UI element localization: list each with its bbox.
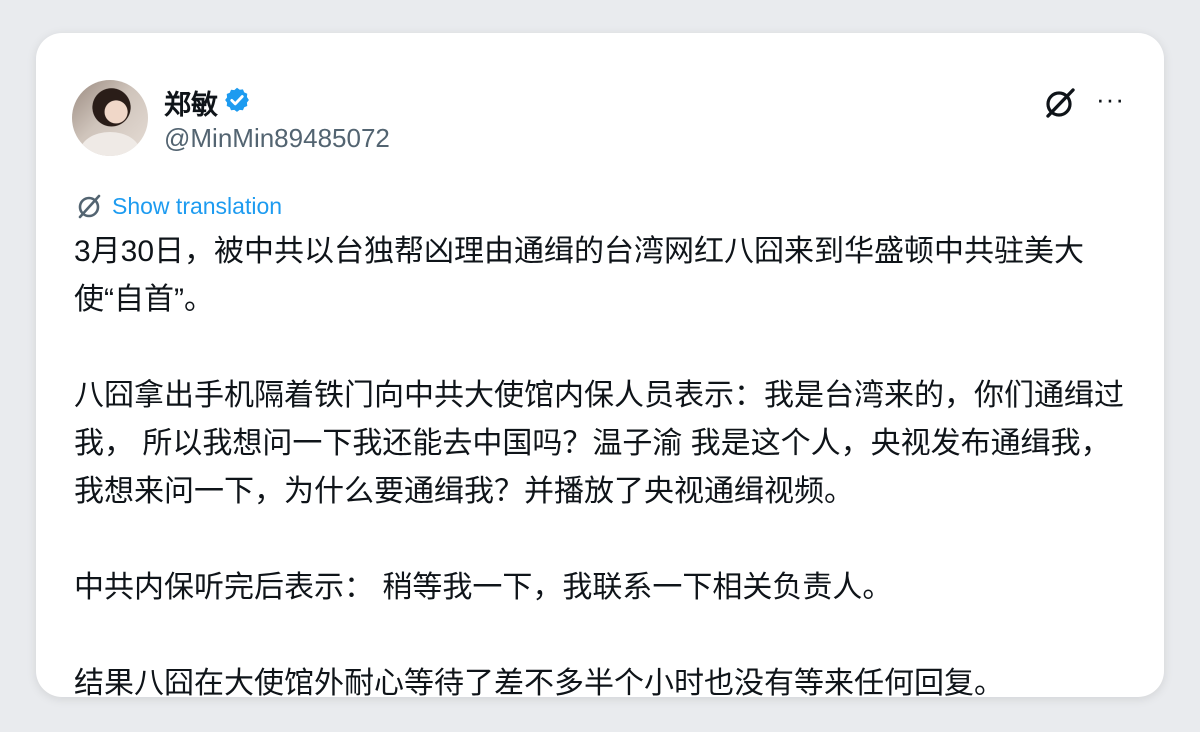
tweet-paragraph-1: 3月30日，被中共以台独帮凶理由通缉的台湾网红八囧来到华盛顿中共驻美大使“自首”… xyxy=(74,235,1085,316)
tweet-paragraph-2: 八囧拿出手机隔着铁门向中共大使馆内保人员表示：我是台湾来的，你们通缉过我， 所以… xyxy=(74,379,1124,508)
avatar-shoulders xyxy=(80,132,140,156)
author-handle[interactable]: @MinMin89485072 xyxy=(164,123,390,154)
translate-icon xyxy=(78,194,101,219)
tweet-paragraph-4: 结果八囧在大使馆外耐心等待了差不多半个小时也没有等来任何回复。 xyxy=(74,667,1004,697)
grok-slash-circle-icon[interactable] xyxy=(1042,85,1078,121)
more-options-icon[interactable]: ··· xyxy=(1096,86,1130,117)
show-translation-label[interactable]: Show translation xyxy=(112,193,282,220)
tweet-card: 郑敏 @MinMin89485072 ··· Show translation … xyxy=(36,33,1164,697)
author-name[interactable]: 郑敏 xyxy=(164,83,218,122)
tweet-paragraph-3: 中共内保听完后表示： 稍等我一下，我联系一下相关负责人。 xyxy=(74,571,893,604)
tweet-body: 3月30日，被中共以台独帮凶理由通缉的台湾网红八囧来到华盛顿中共驻美大使“自首”… xyxy=(74,228,1134,697)
show-translation-link[interactable]: Show translation xyxy=(74,190,282,222)
avatar[interactable] xyxy=(72,80,148,156)
verified-badge-icon xyxy=(225,87,249,112)
